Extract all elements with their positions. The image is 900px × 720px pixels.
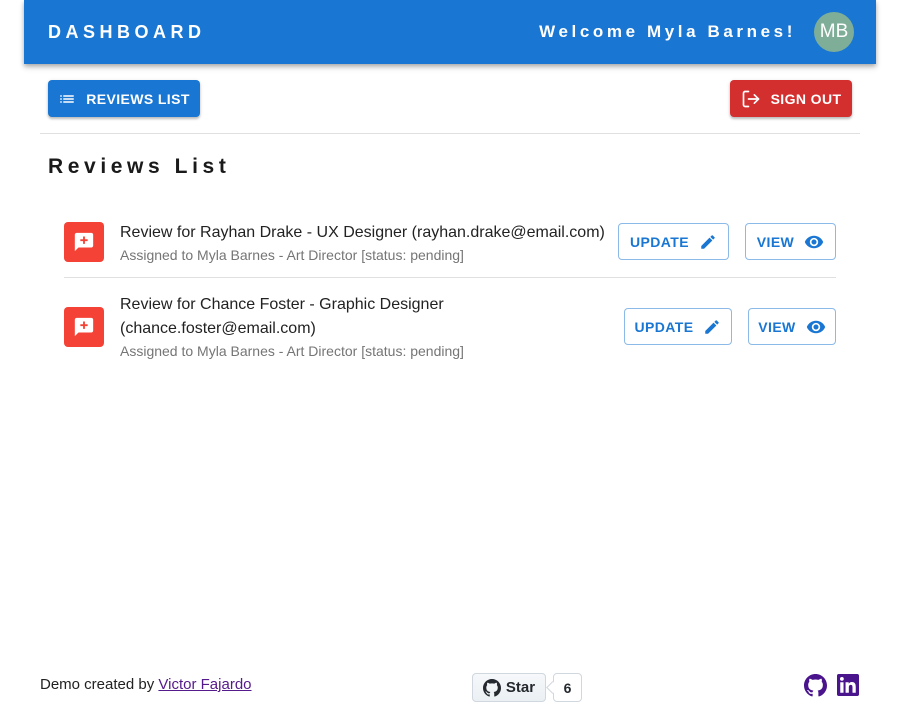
app-title: DASHBOARD bbox=[48, 21, 206, 42]
author-link[interactable]: Victor Fajardo bbox=[158, 676, 251, 693]
logout-icon bbox=[742, 90, 759, 107]
review-title: Review for Rayhan Drake - UX Designer (r… bbox=[120, 224, 605, 241]
rate-review-icon bbox=[74, 317, 94, 337]
review-text: Review for Rayhan Drake - UX Designer (r… bbox=[120, 221, 620, 265]
review-assignment: Assigned to Myla Barnes - Art Director [… bbox=[120, 343, 464, 359]
view-label: VIEW bbox=[756, 233, 795, 250]
review-avatar bbox=[64, 222, 104, 262]
sign-out-button[interactable]: SIGN OUT bbox=[730, 80, 852, 117]
github-icon bbox=[804, 674, 827, 697]
view-button[interactable]: VIEW bbox=[745, 223, 836, 260]
eye-icon bbox=[805, 235, 824, 248]
avatar[interactable]: MB bbox=[814, 12, 854, 52]
update-button[interactable]: UPDATE bbox=[618, 223, 729, 260]
review-title: Review for Chance Foster - Graphic Desig… bbox=[120, 296, 444, 337]
user-area: Welcome Myla Barnes! MB bbox=[539, 12, 854, 52]
credit-prefix: Demo created by bbox=[40, 676, 155, 693]
linkedin-link[interactable] bbox=[837, 674, 859, 701]
github-star-widget: Star 6 bbox=[472, 673, 582, 702]
view-button[interactable]: VIEW bbox=[748, 308, 836, 345]
github-link[interactable] bbox=[804, 674, 827, 702]
reviews-list-label: REVIEWS LIST bbox=[86, 90, 190, 107]
pencil-icon bbox=[701, 234, 715, 249]
review-assignment: Assigned to Myla Barnes - Art Director [… bbox=[120, 247, 464, 263]
eye-icon bbox=[806, 320, 825, 333]
review-list-item: Review for Chance Foster - Graphic Desig… bbox=[64, 279, 836, 374]
footer-credit: Demo created by Victor Fajardo bbox=[40, 676, 252, 693]
update-button[interactable]: UPDATE bbox=[624, 308, 732, 345]
github-star-button[interactable]: Star bbox=[472, 673, 546, 702]
page-title: Reviews List bbox=[48, 155, 231, 178]
github-icon bbox=[482, 678, 501, 697]
welcome-message: Welcome Myla Barnes! bbox=[539, 22, 796, 41]
update-label: UPDATE bbox=[634, 318, 694, 335]
rate-review-icon bbox=[74, 232, 94, 252]
sign-out-label: SIGN OUT bbox=[770, 90, 842, 107]
review-avatar bbox=[64, 307, 104, 347]
view-label: VIEW bbox=[758, 318, 796, 335]
review-list-item: Review for Rayhan Drake - UX Designer (r… bbox=[64, 206, 836, 278]
reviews-list-button[interactable]: REVIEWS LIST bbox=[48, 80, 200, 117]
update-label: UPDATE bbox=[630, 233, 689, 250]
linkedin-icon bbox=[837, 674, 859, 696]
star-count[interactable]: 6 bbox=[553, 673, 582, 702]
list-icon bbox=[60, 94, 74, 103]
toolbar-divider bbox=[40, 133, 860, 134]
review-text: Review for Chance Foster - Graphic Desig… bbox=[120, 293, 500, 361]
star-label: Star bbox=[505, 679, 536, 696]
pencil-icon bbox=[705, 319, 720, 334]
app-bar: DASHBOARD Welcome Myla Barnes! MB bbox=[24, 0, 876, 64]
